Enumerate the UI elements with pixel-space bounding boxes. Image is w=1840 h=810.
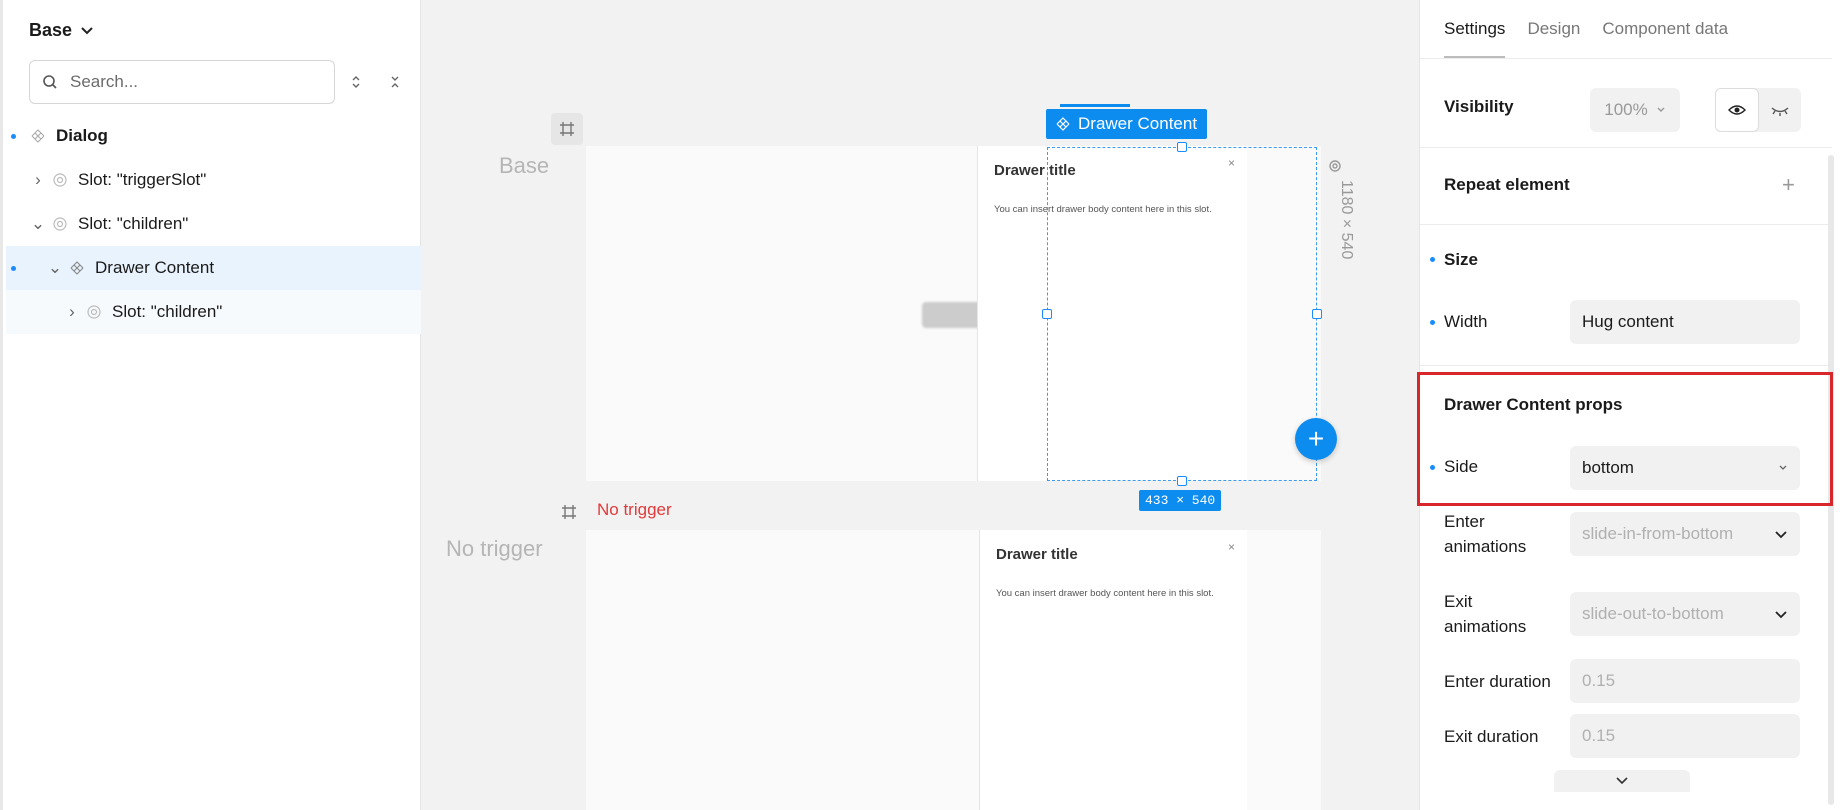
- slot-icon: [86, 304, 102, 320]
- gear-icon[interactable]: [1327, 158, 1343, 179]
- chevron-right-icon[interactable]: ›: [30, 170, 46, 190]
- visibility-label: Visibility: [1444, 97, 1514, 116]
- variant-label: Base: [29, 20, 73, 40]
- chevron-down-icon: [1775, 531, 1787, 539]
- selection-label-text: Drawer Content: [1078, 114, 1198, 133]
- component-icon: [1056, 117, 1070, 131]
- frame-icon[interactable]: [551, 113, 583, 145]
- warning-label: No trigger: [597, 500, 672, 519]
- exit-animations-select[interactable]: slide-out-to-bottom: [1570, 592, 1800, 636]
- tree-item-children-slot[interactable]: ⌄ Slot: "children": [6, 202, 421, 246]
- variant-selector[interactable]: Base: [29, 20, 94, 41]
- component-icon: [69, 260, 85, 276]
- divider: [1420, 365, 1832, 366]
- divider: [1420, 147, 1832, 148]
- exit-duration-input[interactable]: 0.15: [1570, 714, 1800, 758]
- tree-item-drawer-content[interactable]: ⌄ Drawer Content: [6, 246, 421, 290]
- viewport-size-label: 1180 × 540: [1338, 180, 1355, 260]
- selection-size-badge: 433 × 540: [1139, 490, 1222, 511]
- collapse-section-button[interactable]: [1554, 770, 1690, 792]
- tree-item-trigger-slot[interactable]: › Slot: "triggerSlot": [6, 158, 421, 202]
- enter-duration-label: Enter duration: [1444, 672, 1551, 691]
- selection-label[interactable]: Drawer Content: [1046, 109, 1208, 139]
- chevron-down-icon: [1775, 611, 1787, 619]
- chevron-down-icon: [1657, 107, 1665, 112]
- tab-settings[interactable]: Settings: [1444, 0, 1506, 58]
- chevron-right-icon[interactable]: ›: [64, 302, 80, 322]
- repeat-element-label: Repeat element: [1444, 175, 1570, 194]
- visibility-toggle[interactable]: [1715, 88, 1801, 132]
- tab-design[interactable]: Design: [1527, 0, 1580, 58]
- selection-box[interactable]: [1047, 147, 1317, 481]
- tree-item-label: Slot: "children": [112, 302, 223, 321]
- tree-item-label: Slot: "triggerSlot": [78, 170, 207, 189]
- selection-indicator: [1060, 104, 1130, 107]
- frame-label-base[interactable]: Base: [499, 153, 549, 179]
- eye-closed-icon[interactable]: [1759, 88, 1801, 132]
- divider: [1420, 224, 1832, 225]
- override-dot: [11, 133, 16, 139]
- tree-item-dialog[interactable]: Dialog: [6, 114, 421, 158]
- slot-icon: [52, 216, 68, 232]
- eye-icon[interactable]: [1715, 88, 1759, 132]
- resize-handle-right[interactable]: [1312, 309, 1322, 319]
- exit-animations-label-line1: Exit: [1444, 592, 1473, 611]
- collapse-all-icon[interactable]: [383, 70, 407, 94]
- chevron-down-icon: [1616, 777, 1628, 785]
- enter-animations-select[interactable]: slide-in-from-bottom: [1570, 512, 1800, 556]
- override-dot: [11, 265, 16, 271]
- tree-item-label: Drawer Content: [95, 258, 215, 277]
- divider: [1420, 58, 1832, 59]
- opacity-select[interactable]: 100%: [1590, 88, 1680, 132]
- exit-duration-label: Exit duration: [1444, 727, 1539, 746]
- exit-duration-value: 0.15: [1582, 726, 1616, 745]
- enter-duration-value: 0.15: [1582, 671, 1616, 690]
- resize-handle-top[interactable]: [1177, 142, 1187, 152]
- add-element-button[interactable]: +: [1295, 418, 1337, 460]
- expand-all-icon[interactable]: [344, 70, 368, 94]
- close-icon[interactable]: ×: [1228, 540, 1235, 554]
- drawer-panel[interactable]: Drawer title × You can insert drawer bod…: [979, 530, 1247, 810]
- enter-duration-input[interactable]: 0.15: [1570, 659, 1800, 703]
- design-canvas[interactable]: Base Drawer title × You can insert drawe…: [421, 0, 1419, 810]
- resize-handle-left[interactable]: [1042, 309, 1052, 319]
- enter-animations-label-line2: animations: [1444, 537, 1527, 556]
- override-dot: [1430, 257, 1435, 262]
- frame-icon[interactable]: [561, 504, 577, 525]
- search-box[interactable]: [29, 60, 335, 104]
- add-repeat-icon[interactable]: +: [1782, 172, 1795, 198]
- chevron-down-icon[interactable]: ⌄: [47, 258, 63, 278]
- outline-panel: Base Dialog › Slot: "triggerSlot" ⌄ Slot…: [0, 0, 421, 810]
- component-icon: [30, 128, 46, 144]
- exit-animations-value: slide-out-to-bottom: [1582, 604, 1724, 623]
- highlight-annotation: [1417, 372, 1833, 506]
- no-trigger-frame[interactable]: Drawer title × You can insert drawer bod…: [586, 530, 1321, 810]
- chevron-down-icon[interactable]: ⌄: [30, 214, 46, 234]
- exit-animations-label-line2: animations: [1444, 617, 1527, 636]
- chevron-down-icon: [81, 26, 93, 34]
- width-field[interactable]: Hug content: [1570, 300, 1800, 344]
- drawer-title: Drawer title: [996, 546, 1078, 563]
- enter-animations-label-line1: Enter: [1444, 512, 1485, 531]
- opacity-value: 100%: [1604, 100, 1648, 119]
- tree-item-label: Slot: "children": [78, 214, 189, 233]
- search-icon: [43, 75, 57, 89]
- size-section-label: Size: [1444, 250, 1479, 269]
- panel-tabs: Settings Design Component data: [1444, 0, 1728, 58]
- search-input[interactable]: [68, 71, 308, 93]
- tree-item-nested-children-slot[interactable]: › Slot: "children": [6, 290, 421, 334]
- slot-icon: [52, 172, 68, 188]
- tab-component-data[interactable]: Component data: [1602, 0, 1728, 58]
- frame-label-no-trigger[interactable]: No trigger: [446, 536, 543, 562]
- width-label: Width: [1444, 312, 1488, 331]
- enter-animations-value: slide-in-from-bottom: [1582, 524, 1734, 543]
- resize-handle-bottom[interactable]: [1177, 476, 1187, 486]
- tree-item-label: Dialog: [56, 126, 108, 145]
- override-dot: [1430, 320, 1435, 325]
- width-value: Hug content: [1582, 312, 1674, 331]
- drawer-body-text: You can insert drawer body content here …: [996, 588, 1214, 599]
